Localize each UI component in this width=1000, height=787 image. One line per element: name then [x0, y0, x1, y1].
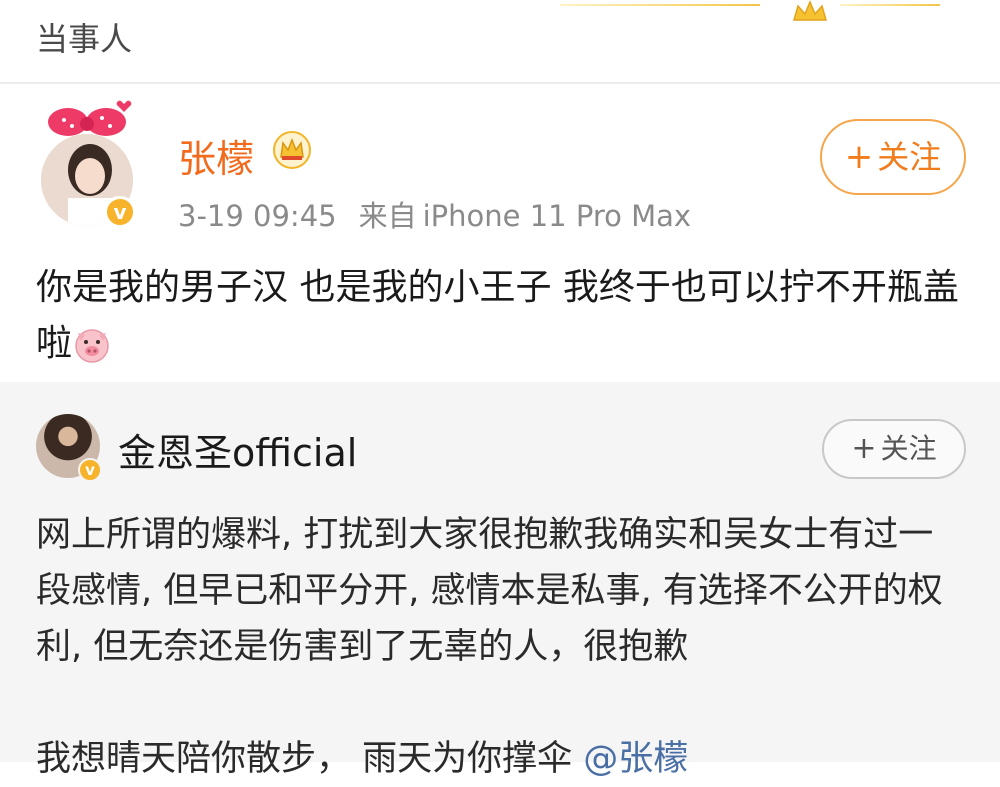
repost-content: 网上所谓的爆料, 打扰到大家很抱歉我确实和吴女士有过一段感情, 但早已和平分开,…: [36, 507, 966, 787]
follow-label: 关注: [877, 138, 942, 176]
post-content: 你是我的男子汉 也是我的小王子 我终于也可以拧不开瓶盖啦: [36, 260, 966, 372]
pig-face-icon: [75, 329, 109, 363]
bow-icon: [48, 108, 126, 136]
device-name[interactable]: iPhone 11 Pro Max: [423, 199, 691, 233]
follow-label: 关注: [880, 432, 937, 465]
repost-author-name[interactable]: 金恩圣official: [118, 422, 357, 477]
crown-icon: [793, 0, 827, 21]
author-name[interactable]: 张檬: [178, 128, 254, 183]
plus-icon: +: [844, 137, 874, 177]
decorative-line: [560, 4, 760, 6]
plus-icon: +: [851, 431, 877, 466]
mention-link[interactable]: @张檬: [583, 739, 688, 779]
page-title: 当事人: [36, 20, 133, 58]
verified-badge-icon: v: [104, 196, 136, 228]
repost-follow-button[interactable]: + 关注: [822, 419, 966, 479]
source-prefix: 来自: [358, 199, 417, 233]
verified-badge-icon: v: [78, 458, 102, 482]
post-text: 你是我的男子汉 也是我的小王子 我终于也可以拧不开瓶盖啦: [36, 267, 959, 364]
post-meta: 3-19 09:45 来自 iPhone 11 Pro Max: [178, 193, 691, 235]
repost-paragraph: 网上所谓的爆料, 打扰到大家很抱歉我确实和吴女士有过一段感情, 但早已和平分开,…: [36, 515, 943, 667]
top-bar: 当事人: [0, 0, 1000, 84]
repost-text: 我想晴天陪你散步， 雨天为你撑伞: [36, 739, 584, 779]
post-date: 3-19 09:45: [178, 199, 337, 233]
decorative-line: [840, 4, 940, 6]
follow-button[interactable]: + 关注: [820, 119, 966, 195]
repost-paragraph: 我想晴天陪你散步， 雨天为你撑伞 @张檬: [36, 731, 966, 787]
vip-crown-icon: [273, 131, 311, 169]
